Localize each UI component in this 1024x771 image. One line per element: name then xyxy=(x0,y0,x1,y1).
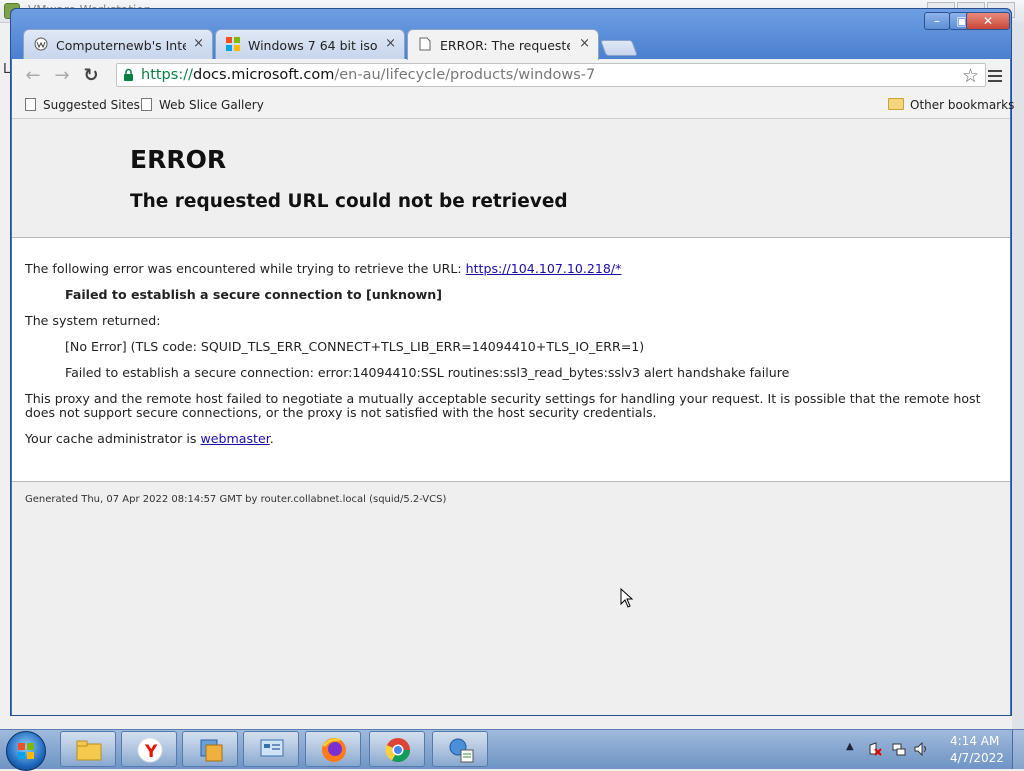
window-close-button[interactable]: ✕ xyxy=(966,12,1010,30)
tab-close-icon[interactable]: × xyxy=(193,36,204,51)
page-content: ERROR The requested URL could not be ret… xyxy=(12,119,1010,715)
taskbar-control-panel[interactable] xyxy=(243,731,299,767)
windows-taskbar: Y ▲ 4:14 AM 4/7/2022 xyxy=(0,729,1024,771)
taskbar-network[interactable] xyxy=(432,731,488,767)
tls-code: [No Error] (TLS code: SQUID_TLS_ERR_CONN… xyxy=(65,339,645,354)
other-bookmarks-label: Other bookmarks xyxy=(910,98,1015,112)
url-path: /en-au/lifecycle/products/windows-7 xyxy=(334,67,596,83)
show-hidden-icons-icon[interactable]: ▲ xyxy=(846,741,854,752)
tab-windows7-iso[interactable]: Windows 7 64 bit iso dow × xyxy=(215,29,405,59)
tab-close-icon[interactable]: × xyxy=(579,36,590,51)
address-bar[interactable]: https://docs.microsoft.com/en-au/lifecyc… xyxy=(116,63,986,87)
chrome-window: – ▣ ✕ Computernewb's Internet × Windows … xyxy=(10,8,1014,716)
chrome-menu-icon[interactable] xyxy=(988,67,1002,85)
folder-icon xyxy=(76,740,102,761)
show-desktop-button[interactable] xyxy=(1012,730,1024,769)
tab-label: Computernewb's Internet xyxy=(56,38,186,53)
tab-label: Windows 7 64 bit iso dow xyxy=(248,38,378,53)
network-globe-icon xyxy=(449,738,474,763)
taskbar-yandex[interactable]: Y xyxy=(121,731,177,767)
error-intro: The following error was encountered whil… xyxy=(25,261,462,276)
bookmark-suggested-sites[interactable]: Suggested Sites xyxy=(25,98,140,112)
taskbar-explorer[interactable] xyxy=(60,731,116,767)
page-icon xyxy=(25,98,36,111)
error-url-link[interactable]: https://104.107.10.218/* xyxy=(466,261,622,276)
browser-toolbar: ← → ↻ https://docs.microsoft.com/en-au/l… xyxy=(12,59,1010,93)
url-scheme: https:// xyxy=(141,67,193,83)
folder-icon xyxy=(888,98,904,110)
system-tray: ▲ 4:14 AM 4/7/2022 xyxy=(840,730,1024,769)
url-host: docs.microsoft.com xyxy=(192,67,335,83)
webmaster-link[interactable]: webmaster xyxy=(200,431,269,446)
error-header: ERROR The requested URL could not be ret… xyxy=(12,119,1010,238)
vmware-side-panel xyxy=(1012,22,1024,730)
back-arrow-icon[interactable]: ← xyxy=(21,64,45,88)
error-body: The following error was encountered whil… xyxy=(12,238,1010,482)
wiki-icon xyxy=(34,37,48,51)
start-button[interactable] xyxy=(6,731,46,771)
reload-icon[interactable]: ↻ xyxy=(79,64,103,88)
taskbar-vmware[interactable] xyxy=(182,731,238,767)
tab-label: ERROR: The requested URL xyxy=(440,38,570,53)
mouse-cursor-icon xyxy=(620,588,634,608)
vmware-icon xyxy=(200,739,223,762)
bookmark-label: Suggested Sites xyxy=(43,98,140,112)
explanation-line-2: does not support secure connections, or … xyxy=(25,405,657,420)
bookmark-label: Web Slice Gallery xyxy=(159,98,264,112)
explanation-line-1: This proxy and the remote host failed to… xyxy=(25,391,981,406)
control-panel-icon xyxy=(260,739,284,757)
bookmark-star-icon[interactable]: ☆ xyxy=(962,65,979,87)
system-returned-label: The system returned: xyxy=(25,313,161,328)
chrome-icon xyxy=(385,738,410,763)
svg-text:Y: Y xyxy=(144,742,158,762)
admin-suffix: . xyxy=(269,431,274,446)
clock-time[interactable]: 4:14 AM xyxy=(950,734,999,748)
bookmarks-bar: Suggested Sites Web Slice Gallery Other … xyxy=(12,93,1014,119)
page-subtitle: The requested URL could not be retrieved xyxy=(130,191,568,212)
forward-arrow-icon[interactable]: → xyxy=(50,64,74,88)
generated-footer: Generated Thu, 07 Apr 2022 08:14:57 GMT … xyxy=(25,494,447,505)
taskbar-firefox[interactable] xyxy=(305,731,361,767)
firefox-icon xyxy=(322,738,346,762)
page-icon xyxy=(419,37,431,51)
action-center-icon[interactable] xyxy=(868,742,882,756)
taskbar-chrome[interactable] xyxy=(369,731,425,767)
bookmark-web-slice-gallery[interactable]: Web Slice Gallery xyxy=(141,98,264,112)
admin-line: Your cache administrator is webmaster. xyxy=(25,431,274,446)
new-tab-button[interactable] xyxy=(600,40,638,56)
url-text: https://docs.microsoft.com/en-au/lifecyc… xyxy=(141,67,595,83)
windows-logo-icon xyxy=(226,37,240,51)
volume-icon[interactable] xyxy=(914,742,928,756)
yandex-icon: Y xyxy=(137,737,163,763)
lock-icon xyxy=(124,68,133,81)
admin-prefix: Your cache administrator is xyxy=(25,431,197,446)
windows-logo-icon xyxy=(18,743,34,759)
clock-date[interactable]: 4/7/2022 xyxy=(950,751,1004,765)
page-title: ERROR xyxy=(130,145,227,174)
tab-error-active[interactable]: ERROR: The requested URL × xyxy=(407,29,599,60)
error-message: Failed to establish a secure connection … xyxy=(65,287,443,302)
ssl-error: Failed to establish a secure connection:… xyxy=(65,365,790,380)
error-intro-line: The following error was encountered whil… xyxy=(25,261,621,276)
tab-computernewb[interactable]: Computernewb's Internet × xyxy=(23,29,213,59)
network-icon[interactable] xyxy=(892,742,906,756)
minimize-button[interactable]: – xyxy=(924,12,950,30)
page-icon xyxy=(141,98,152,111)
tab-close-icon[interactable]: × xyxy=(385,36,396,51)
other-bookmarks[interactable]: Other bookmarks xyxy=(888,98,1014,112)
